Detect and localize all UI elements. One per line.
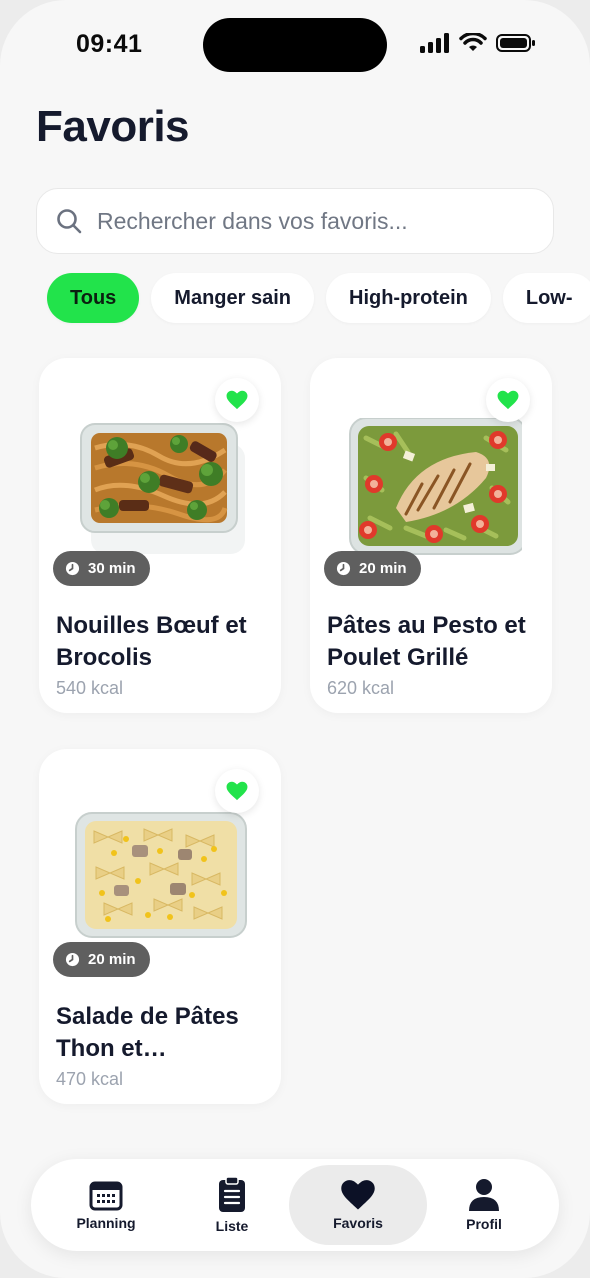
status-time: 09:41: [76, 30, 143, 58]
tab-label: Planning: [76, 1215, 136, 1231]
tab-label: Liste: [215, 1218, 249, 1234]
favorite-button[interactable]: [215, 378, 259, 422]
time-badge: 20 min: [53, 942, 150, 977]
tab-planning[interactable]: Planning: [49, 1165, 163, 1245]
recipe-image-tuna-pasta: [75, 812, 247, 938]
time-label: 20 min: [359, 560, 407, 577]
tab-profil[interactable]: Profil: [427, 1165, 541, 1245]
recipe-kcal: 540 kcal: [56, 678, 124, 698]
clock-icon: [65, 952, 80, 967]
recipe-title: Salade de Pâtes Thon et…: [56, 1003, 239, 1062]
phone-screen: 09:41 Favoris Tous Manger sain: [0, 0, 590, 1278]
filter-chips: Tous Manger sain High-protein Low-: [47, 273, 590, 323]
recipe-image-beef-noodles: [80, 423, 245, 554]
time-label: 30 min: [88, 560, 136, 577]
search-bar[interactable]: [36, 188, 554, 254]
filter-chip-high-protein[interactable]: High-protein: [326, 273, 491, 323]
heart-icon: [497, 390, 519, 410]
battery-icon: [496, 34, 535, 52]
recipe-card[interactable]: 20 min Pâtes au Pesto et Poulet Grillé 6…: [310, 358, 552, 713]
recipe-title: Pâtes au Pesto et Poulet Grillé: [327, 612, 526, 671]
filter-chip-manger-sain[interactable]: Manger sain: [151, 273, 314, 323]
signal-icon: [420, 33, 449, 53]
favorite-button[interactable]: [486, 378, 530, 422]
recipe-kcal: 620 kcal: [327, 678, 395, 698]
heart-icon: [226, 781, 248, 801]
clock-icon: [65, 561, 80, 576]
search-input[interactable]: [97, 207, 517, 235]
heart-icon: [341, 1180, 375, 1210]
recipe-kcal: 470 kcal: [56, 1069, 124, 1089]
recipe-title: Nouilles Bœuf et Brocolis: [56, 612, 247, 671]
tab-bar: Planning Liste Favoris Profil: [31, 1159, 559, 1251]
wifi-icon: [459, 33, 487, 51]
search-icon: [57, 209, 82, 234]
dynamic-island: [203, 18, 387, 72]
page-title: Favoris: [36, 102, 190, 151]
time-label: 20 min: [88, 951, 136, 968]
calendar-icon: [89, 1181, 123, 1211]
heart-icon: [226, 390, 248, 410]
recipe-card[interactable]: 30 min Nouilles Bœuf et Brocolis 540 kca…: [39, 358, 281, 713]
status-icons: [420, 33, 536, 53]
clipboard-icon: [219, 1176, 245, 1212]
tab-label: Profil: [466, 1216, 502, 1232]
recipe-image-pesto-chicken: [349, 418, 522, 555]
filter-chip-tous[interactable]: Tous: [47, 273, 140, 323]
clock-icon: [336, 561, 351, 576]
time-badge: 30 min: [53, 551, 150, 586]
filter-chip-low[interactable]: Low-: [502, 273, 590, 323]
favorite-button[interactable]: [215, 769, 259, 813]
time-badge: 20 min: [324, 551, 421, 586]
tab-favoris[interactable]: Favoris: [289, 1165, 427, 1245]
tab-liste[interactable]: Liste: [175, 1165, 289, 1245]
user-icon: [469, 1179, 499, 1211]
tab-label: Favoris: [333, 1215, 383, 1231]
recipe-card[interactable]: 20 min Salade de Pâtes Thon et… 470 kcal: [39, 749, 281, 1104]
